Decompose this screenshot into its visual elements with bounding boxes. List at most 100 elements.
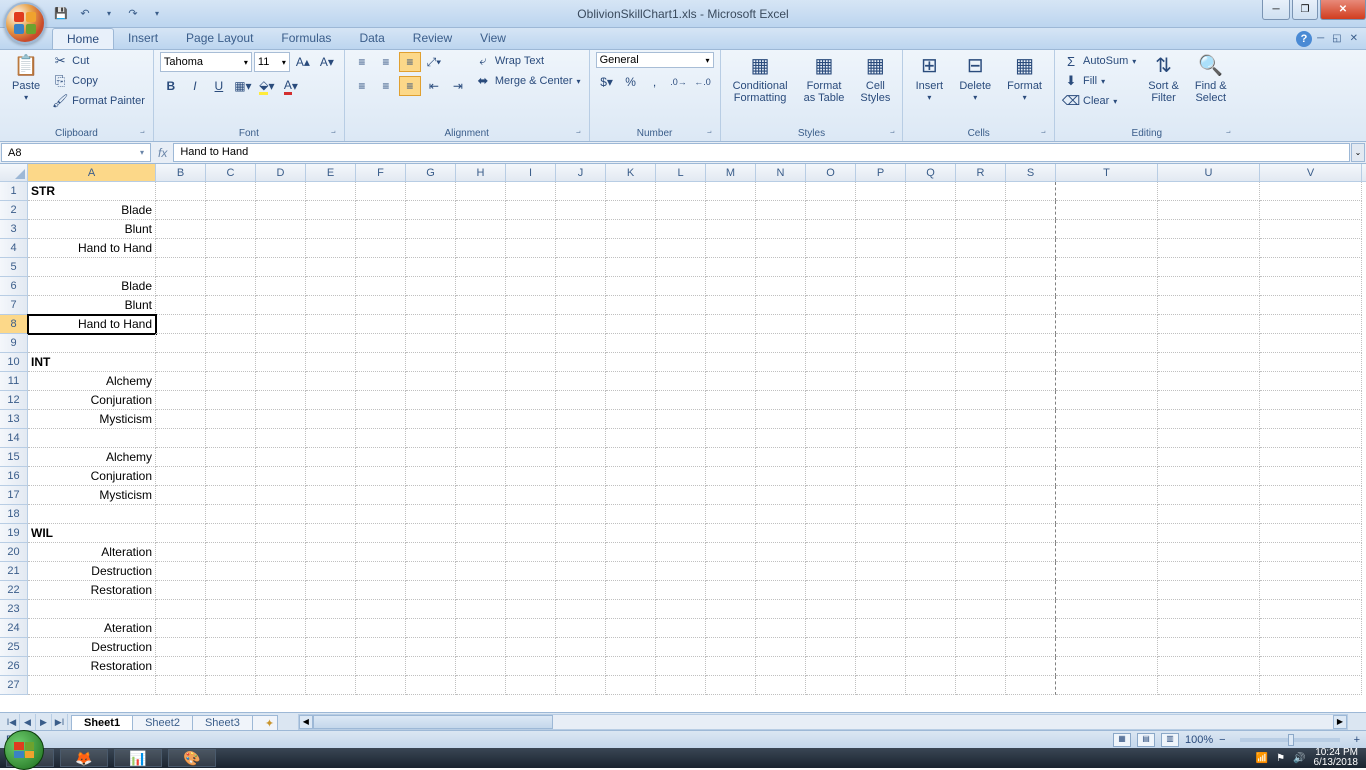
- cell-Q4[interactable]: [906, 239, 956, 258]
- cell-O17[interactable]: [806, 486, 856, 505]
- cell-B9[interactable]: [156, 334, 206, 353]
- cell-L20[interactable]: [656, 543, 706, 562]
- row-header[interactable]: 22: [0, 581, 28, 600]
- cell-I8[interactable]: [506, 315, 556, 334]
- cell-E20[interactable]: [306, 543, 356, 562]
- column-header-C[interactable]: C: [206, 164, 256, 181]
- currency-button[interactable]: $▾: [596, 72, 618, 92]
- cell-R4[interactable]: [956, 239, 1006, 258]
- cell-H22[interactable]: [456, 581, 506, 600]
- cell-P3[interactable]: [856, 220, 906, 239]
- cell-I20[interactable]: [506, 543, 556, 562]
- cell-D21[interactable]: [256, 562, 306, 581]
- row-header[interactable]: 8: [0, 315, 28, 334]
- cell-O11[interactable]: [806, 372, 856, 391]
- cell-B3[interactable]: [156, 220, 206, 239]
- cell-M20[interactable]: [706, 543, 756, 562]
- cell-J7[interactable]: [556, 296, 606, 315]
- cell-T6[interactable]: [1056, 277, 1158, 296]
- cell-J5[interactable]: [556, 258, 606, 277]
- cell-S11[interactable]: [1006, 372, 1056, 391]
- cell-D8[interactable]: [256, 315, 306, 334]
- cell-S25[interactable]: [1006, 638, 1056, 657]
- row-header[interactable]: 24: [0, 619, 28, 638]
- wrap-text-button[interactable]: ⤶Wrap Text: [473, 52, 583, 70]
- cell-F19[interactable]: [356, 524, 406, 543]
- cell-P1[interactable]: [856, 182, 906, 201]
- cell-U27[interactable]: [1158, 676, 1260, 695]
- cell-V4[interactable]: [1260, 239, 1362, 258]
- cell-H8[interactable]: [456, 315, 506, 334]
- cell-I21[interactable]: [506, 562, 556, 581]
- cell-P4[interactable]: [856, 239, 906, 258]
- cell-N24[interactable]: [756, 619, 806, 638]
- cell-E15[interactable]: [306, 448, 356, 467]
- formula-expand-button[interactable]: ⌄: [1351, 143, 1365, 162]
- cell-U26[interactable]: [1158, 657, 1260, 676]
- cell-U3[interactable]: [1158, 220, 1260, 239]
- cell-B18[interactable]: [156, 505, 206, 524]
- cell-F1[interactable]: [356, 182, 406, 201]
- cell-U14[interactable]: [1158, 429, 1260, 448]
- cell-D5[interactable]: [256, 258, 306, 277]
- cell-T16[interactable]: [1056, 467, 1158, 486]
- cell-C24[interactable]: [206, 619, 256, 638]
- cell-J20[interactable]: [556, 543, 606, 562]
- cell-Q25[interactable]: [906, 638, 956, 657]
- cell-A26[interactable]: Restoration: [28, 657, 156, 676]
- cell-T11[interactable]: [1056, 372, 1158, 391]
- cell-J26[interactable]: [556, 657, 606, 676]
- cell-D17[interactable]: [256, 486, 306, 505]
- cell-R1[interactable]: [956, 182, 1006, 201]
- cell-I5[interactable]: [506, 258, 556, 277]
- cell-K10[interactable]: [606, 353, 656, 372]
- cell-J2[interactable]: [556, 201, 606, 220]
- cell-D2[interactable]: [256, 201, 306, 220]
- cell-A27[interactable]: [28, 676, 156, 695]
- cell-I22[interactable]: [506, 581, 556, 600]
- italic-button[interactable]: I: [184, 76, 206, 96]
- cell-M18[interactable]: [706, 505, 756, 524]
- sort-filter-button[interactable]: ⇅Sort & Filter: [1142, 52, 1185, 106]
- cell-R23[interactable]: [956, 600, 1006, 619]
- column-header-D[interactable]: D: [256, 164, 306, 181]
- cell-F9[interactable]: [356, 334, 406, 353]
- cell-C10[interactable]: [206, 353, 256, 372]
- cell-R3[interactable]: [956, 220, 1006, 239]
- cell-U19[interactable]: [1158, 524, 1260, 543]
- cell-R7[interactable]: [956, 296, 1006, 315]
- cell-Q26[interactable]: [906, 657, 956, 676]
- cell-L26[interactable]: [656, 657, 706, 676]
- cell-S6[interactable]: [1006, 277, 1056, 296]
- cell-T21[interactable]: [1056, 562, 1158, 581]
- cell-B15[interactable]: [156, 448, 206, 467]
- cell-P16[interactable]: [856, 467, 906, 486]
- cell-C3[interactable]: [206, 220, 256, 239]
- cell-N18[interactable]: [756, 505, 806, 524]
- cell-T27[interactable]: [1056, 676, 1158, 695]
- cell-N6[interactable]: [756, 277, 806, 296]
- cell-C21[interactable]: [206, 562, 256, 581]
- cell-J10[interactable]: [556, 353, 606, 372]
- last-sheet-button[interactable]: ▶I: [52, 714, 68, 730]
- font-size-select[interactable]: 11▾: [254, 52, 290, 72]
- cell-R9[interactable]: [956, 334, 1006, 353]
- cell-B13[interactable]: [156, 410, 206, 429]
- cell-U8[interactable]: [1158, 315, 1260, 334]
- cell-L8[interactable]: [656, 315, 706, 334]
- cell-M6[interactable]: [706, 277, 756, 296]
- horizontal-scrollbar[interactable]: ◀ ▶: [298, 714, 1348, 730]
- help-icon[interactable]: ?: [1296, 31, 1312, 47]
- column-header-Q[interactable]: Q: [906, 164, 956, 181]
- row-header[interactable]: 3: [0, 220, 28, 239]
- row-header[interactable]: 5: [0, 258, 28, 277]
- cell-T25[interactable]: [1056, 638, 1158, 657]
- cell-I25[interactable]: [506, 638, 556, 657]
- cell-I17[interactable]: [506, 486, 556, 505]
- cell-T24[interactable]: [1056, 619, 1158, 638]
- cell-F14[interactable]: [356, 429, 406, 448]
- cell-V15[interactable]: [1260, 448, 1362, 467]
- cell-F27[interactable]: [356, 676, 406, 695]
- close-button[interactable]: ✕: [1320, 0, 1366, 20]
- cell-G3[interactable]: [406, 220, 456, 239]
